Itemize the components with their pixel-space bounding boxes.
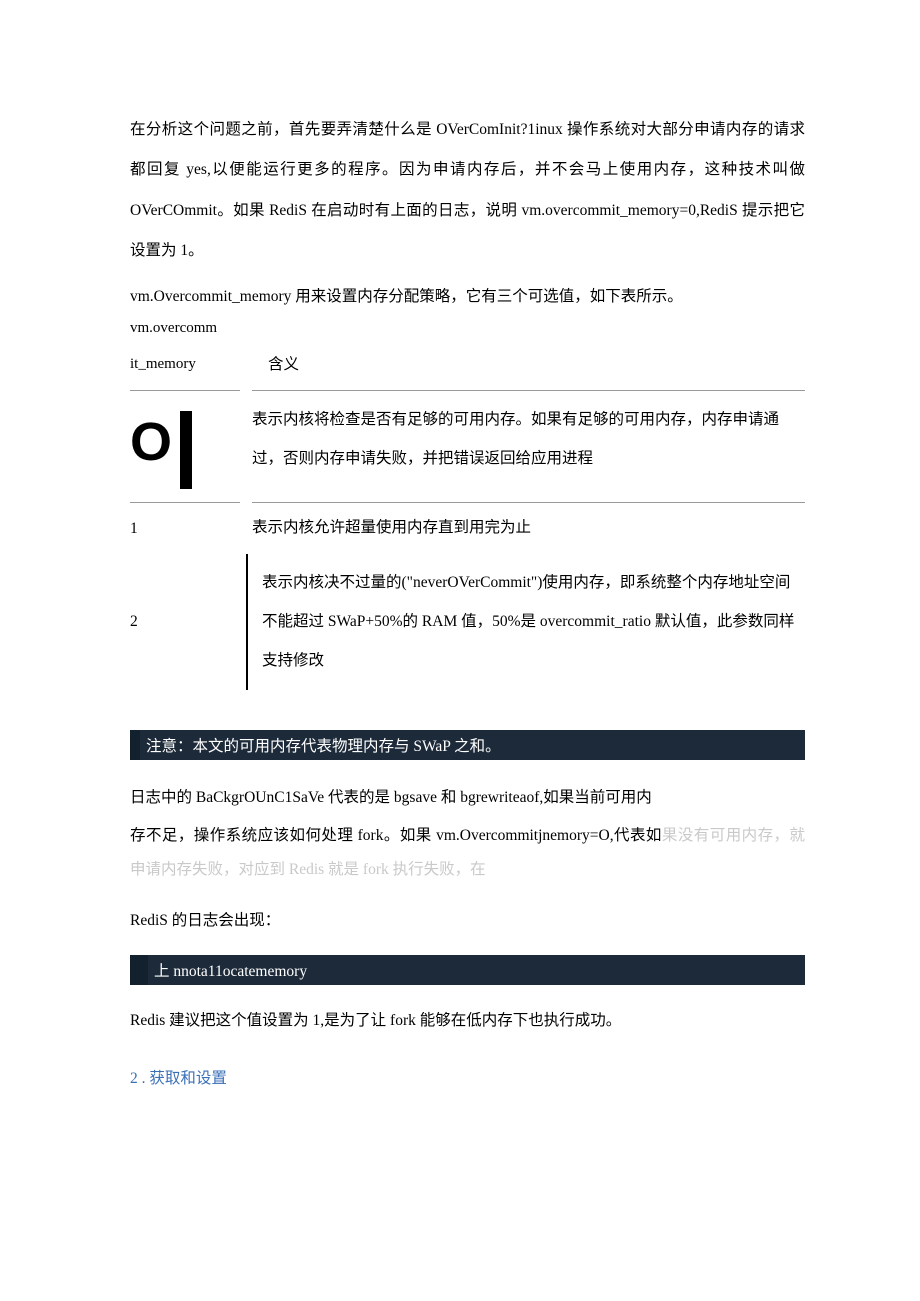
code-callout: 上 nnota11ocatememory	[130, 955, 805, 985]
paragraph-policy-intro: vm.Overcommit_memory 用来设置内存分配策略，它有三个可选值，…	[130, 285, 805, 310]
section-2-heading: 2 . 获取和设置	[130, 1066, 805, 1088]
paragraph-fork: 存不足，操作系统应该如何处理 fork。如果 vm.Overcommitjnem…	[130, 819, 805, 887]
row1-desc: 表示内核允许超量使用内存直到用完为止	[240, 503, 805, 554]
header-left-line2: it_memory	[130, 352, 250, 376]
table-header-right: 含义	[250, 352, 299, 376]
table-header-left: vm.overcomm it_memory	[130, 316, 250, 376]
paragraph-suggestion: Redis 建议把这个值设置为 1,是为了让 fork 能够在低内存下也执行成功…	[130, 1001, 805, 1041]
row0-desc: 表示内核将检查是否有足够的可用内存。如果有足够的可用内存，内存申请通过，否则内存…	[240, 391, 805, 489]
row0-value: O	[130, 415, 168, 469]
paragraph-bg-save: 日志中的 BaCkgrOUnC1SaVe 代表的是 bgsave 和 bgrew…	[130, 778, 805, 818]
header-left-line1: vm.overcomm	[130, 316, 250, 340]
note-callout: 注意：本文的可用内存代表物理内存与 SWaP 之和。	[130, 730, 805, 760]
table-row: 2 表示内核决不过量的("neverOVerCommit")使用内存，即系统整个…	[130, 554, 805, 690]
table-row: 1 表示内核允许超量使用内存直到用完为止	[130, 503, 805, 554]
fork-text-black: 存不足，操作系统应该如何处理 fork。如果 vm.Overcommitjnem…	[130, 827, 662, 844]
document-page: 在分析这个问题之前，首先要弄清楚什么是 OVerComInit?1inux 操作…	[0, 0, 920, 1128]
row0-bar-icon	[180, 411, 192, 489]
row1-value: 1	[130, 520, 240, 538]
overcommit-table: vm.overcomm it_memory 含义 O 表示内核将检查是否有足够的…	[130, 316, 805, 691]
paragraph-log-appear: RediS 的日志会出现：	[130, 901, 805, 941]
table-header-row: vm.overcomm it_memory 含义	[130, 316, 805, 376]
row2-value: 2	[130, 613, 240, 631]
table-row: O 表示内核将检查是否有足够的可用内存。如果有足够的可用内存，内存申请通过，否则…	[130, 391, 805, 489]
row0-value-cell: O	[130, 401, 240, 479]
row2-desc: 表示内核决不过量的("neverOVerCommit")使用内存，即系统整个内存…	[246, 554, 805, 690]
paragraph-intro: 在分析这个问题之前，首先要弄清楚什么是 OVerComInit?1inux 操作…	[130, 110, 805, 271]
